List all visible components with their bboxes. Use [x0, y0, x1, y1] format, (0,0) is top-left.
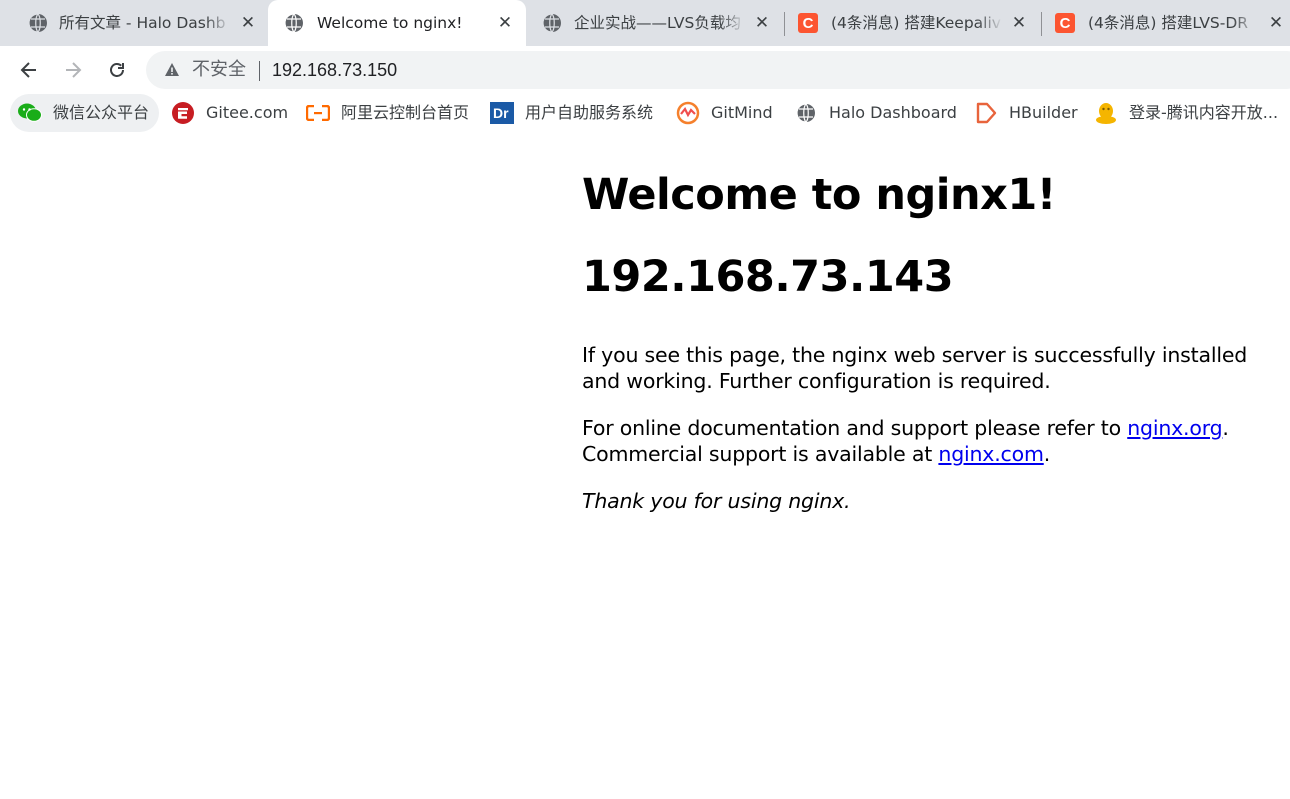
docs-paragraph: For online documentation and support ple…	[582, 415, 1272, 467]
thanks-paragraph: Thank you for using nginx.	[582, 488, 1272, 514]
docs-text: For online documentation and support ple…	[582, 416, 1128, 440]
bookmark-label: 登录-腾讯内容开放...	[1129, 103, 1279, 122]
bookmark-tencent[interactable]: 登录-腾讯内容开放...	[1086, 94, 1278, 132]
warning-triangle-icon[interactable]	[164, 62, 180, 78]
bookmark-label: 微信公众平台	[53, 103, 150, 122]
wechat-icon	[18, 101, 42, 125]
browser-toolbar: 不安全 192.168.73.150	[0, 46, 1290, 94]
commercial-period: .	[1043, 442, 1051, 466]
tab-close-icon[interactable]: ✕	[237, 12, 259, 34]
bookmark-wechat[interactable]: 微信公众平台	[10, 94, 160, 132]
arrow-left-icon	[20, 62, 36, 78]
install-paragraph: If you see this page, the nginx web serv…	[582, 343, 1248, 393]
tab-title: Welcome to nginx!	[317, 14, 463, 32]
aliyun-icon	[306, 101, 330, 125]
tab-lvs-dr[interactable]: C (4条消息) 搭建LVS-DR ✕	[1041, 0, 1290, 46]
nginx-welcome-page: Welcome to nginx1! 192.168.73.143 If you…	[582, 160, 1272, 514]
tab-close-icon[interactable]: ✕	[494, 12, 516, 34]
tab-keepalived[interactable]: C (4条消息) 搭建Keepaliv ✕	[784, 0, 1042, 46]
bookmark-gitmind[interactable]: GitMind	[668, 94, 783, 132]
csdn-icon: C	[1055, 13, 1075, 33]
tab-lvs-enterprise[interactable]: 企业实战——LVS负载均 ✕	[526, 0, 785, 46]
bookmark-label: GitMind	[711, 103, 773, 122]
gitmind-icon	[676, 101, 700, 125]
commercial-text: Commercial support is available at	[582, 442, 939, 466]
qq-penguin-icon	[1094, 101, 1118, 125]
svg-text:Dr: Dr	[493, 105, 509, 121]
nginx-com-link[interactable]: nginx.com	[938, 442, 1044, 466]
forward-button[interactable]	[57, 54, 89, 86]
tab-title: 所有文章 - Halo Dashb	[59, 14, 226, 32]
nginx-org-link[interactable]: nginx.org	[1127, 416, 1222, 440]
page-heading: Welcome to nginx1!	[582, 170, 1056, 220]
gitee-icon	[171, 101, 195, 125]
csdn-icon: C	[798, 13, 818, 33]
address-bar[interactable]: 不安全 192.168.73.150	[146, 51, 1290, 89]
tab-welcome-nginx[interactable]: Welcome to nginx! ✕	[268, 0, 526, 46]
drcom-icon: Dr	[490, 101, 514, 125]
bookmark-halo-dashboard[interactable]: Halo Dashboard	[786, 94, 967, 132]
bookmark-label: Gitee.com	[206, 103, 289, 122]
bookmark-label: HBuilder	[1009, 103, 1078, 122]
tab-strip: 所有文章 - Halo Dashb ✕ Welcome to nginx! ✕ …	[0, 0, 1290, 46]
tab-title: (4条消息) 搭建LVS-DR	[1088, 14, 1249, 32]
bookmark-label: Halo Dashboard	[829, 103, 957, 122]
tab-halo-articles[interactable]: 所有文章 - Halo Dashb ✕	[0, 0, 268, 46]
bookmark-label: 阿里云控制台首页	[341, 103, 470, 122]
url-text[interactable]: 192.168.73.150	[272, 59, 397, 81]
tab-close-icon[interactable]: ✕	[751, 12, 773, 34]
reload-button[interactable]	[101, 54, 133, 86]
reload-icon	[110, 63, 124, 77]
bookmark-label: 用户自助服务系统	[525, 103, 654, 122]
tab-title: 企业实战——LVS负载均	[574, 14, 741, 32]
back-button[interactable]	[13, 54, 45, 86]
tab-close-icon[interactable]: ✕	[1265, 12, 1287, 34]
bookmark-aliyun[interactable]: 阿里云控制台首页	[298, 94, 479, 132]
tab-title: (4条消息) 搭建Keepaliv	[831, 14, 1001, 32]
tab-close-icon[interactable]: ✕	[1008, 12, 1030, 34]
bookmark-gitee[interactable]: Gitee.com	[163, 94, 298, 132]
docs-period: .	[1222, 416, 1229, 440]
arrow-right-icon	[66, 62, 82, 78]
server-ip-heading: 192.168.73.143	[582, 252, 954, 302]
security-status-label[interactable]: 不安全	[192, 59, 246, 81]
hbuilder-icon	[974, 101, 998, 125]
globe-icon	[794, 101, 818, 125]
globe-icon	[284, 13, 304, 33]
globe-icon	[542, 13, 562, 33]
bookmarks-bar: 微信公众平台 Gitee.com 阿里云控制台首页 Dr 用户自助服务系统 Gi…	[0, 94, 1290, 136]
globe-icon	[28, 13, 48, 33]
bookmark-drcom[interactable]: Dr 用户自助服务系统	[482, 94, 663, 132]
bookmark-hbuilder[interactable]: HBuilder	[966, 94, 1088, 132]
omnibox-divider	[259, 61, 260, 81]
thanks-text: Thank you for using nginx.	[582, 489, 851, 513]
